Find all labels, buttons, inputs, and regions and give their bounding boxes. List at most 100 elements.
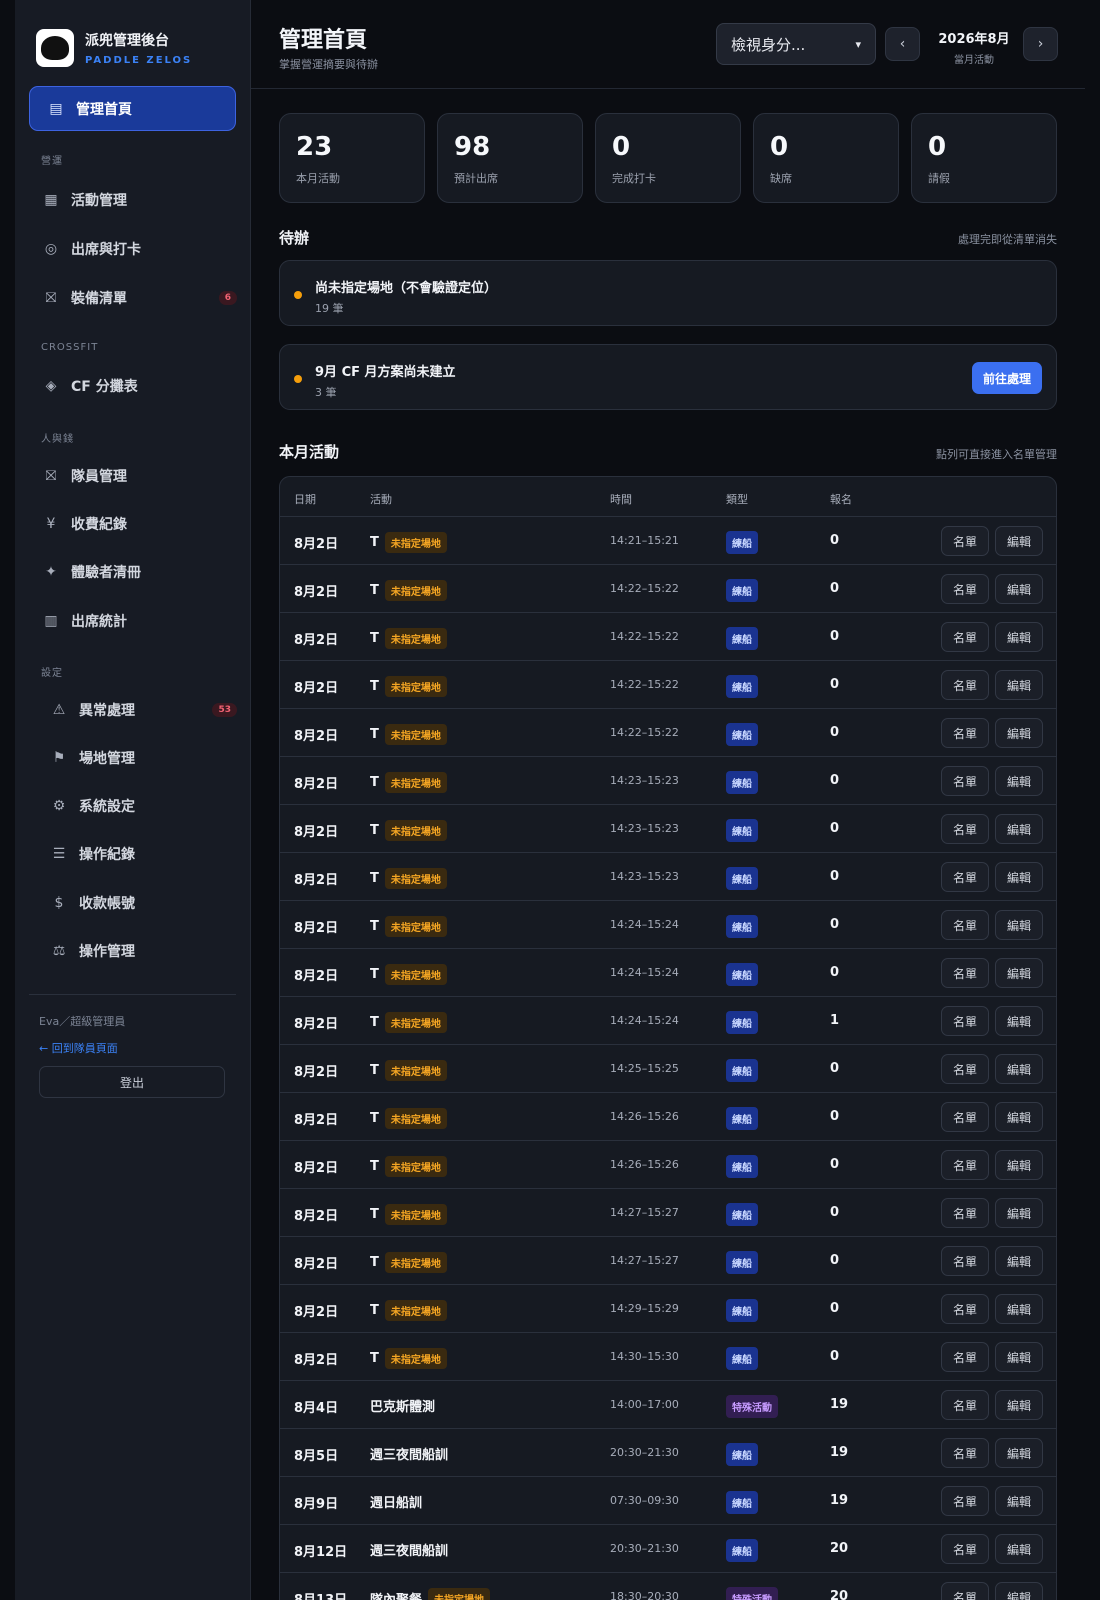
sidebar-item-members[interactable]: ⛝ 隊員管理 xyxy=(41,459,237,493)
edit-button[interactable]: 編輯 xyxy=(995,1438,1043,1468)
roster-button[interactable]: 名單 xyxy=(941,1150,989,1180)
table-row[interactable]: 8月2日 T 未指定場地 14:23–15:23 練船 0 名單 編輯 xyxy=(280,757,1056,805)
table-row[interactable]: 8月13日 隊內聚餐未指定場地 18:30–20:30 特殊活動 20 名單編輯 xyxy=(280,1573,1056,1600)
sidebar-item-system-settings[interactable]: ⚙ 系統設定 xyxy=(49,789,237,823)
roster-button[interactable]: 名單 xyxy=(941,622,989,652)
back-to-member-link[interactable]: ← 回到隊員頁面 xyxy=(39,1040,118,1056)
edit-button[interactable]: 編輯 xyxy=(995,718,1043,748)
sidebar-item-equipment[interactable]: ⛝ 裝備清單 6 xyxy=(41,281,237,315)
sidebar-item-fees[interactable]: ¥ 收費紀錄 xyxy=(41,507,237,541)
sidebar-item-payment-accounts[interactable]: $ 收款帳號 xyxy=(49,886,237,920)
table-row[interactable]: 8月2日 T 未指定場地 14:24–15:24 練船 1 名單 編輯 xyxy=(280,997,1056,1045)
roster-button[interactable]: 名單 xyxy=(941,766,989,796)
brand[interactable]: 派兜管理後台 PADDLE ZELOS xyxy=(15,0,250,72)
roster-button[interactable]: 名單 xyxy=(941,526,989,556)
edit-button[interactable]: 編輯 xyxy=(995,910,1043,940)
table-row[interactable]: 8月12日 週三夜間船訓 20:30–21:30 練船 20 名單 編輯 xyxy=(280,1525,1056,1573)
roster-button[interactable]: 名單 xyxy=(941,1198,989,1228)
table-row[interactable]: 8月2日 T 未指定場地 14:25–15:25 練船 0 名單 編輯 xyxy=(280,1045,1056,1093)
sidebar-item-trial-roster[interactable]: ✦ 體驗者清冊 xyxy=(41,555,237,589)
sidebar-item-dashboard[interactable]: ▤ 管理首頁 xyxy=(29,86,236,131)
roster-button[interactable]: 名單 xyxy=(941,718,989,748)
logout-button[interactable]: 登出 xyxy=(39,1066,225,1098)
sidebar-item-cf-split[interactable]: ◈ CF 分攤表 xyxy=(41,369,237,403)
table-row[interactable]: 8月2日 T 未指定場地 14:27–15:27 練船 0 名單 編輯 xyxy=(280,1237,1056,1285)
roster-button[interactable]: 名單 xyxy=(941,1390,989,1420)
roster-button[interactable]: 名單 xyxy=(941,814,989,844)
table-row[interactable]: 8月2日 T 未指定場地 14:29–15:29 練船 0 名單 編輯 xyxy=(280,1285,1056,1333)
edit-button[interactable]: 編輯 xyxy=(995,1294,1043,1324)
edit-button[interactable]: 編輯 xyxy=(995,622,1043,652)
edit-button[interactable]: 編輯 xyxy=(995,814,1043,844)
edit-button[interactable]: 編輯 xyxy=(995,1390,1043,1420)
roster-button[interactable]: 名單 xyxy=(941,574,989,604)
table-row[interactable]: 8月2日 T 未指定場地 14:22–15:22 練船 0 名單 編輯 xyxy=(280,709,1056,757)
edit-button[interactable]: 編輯 xyxy=(995,1246,1043,1276)
next-month-button[interactable]: › xyxy=(1023,27,1058,61)
todo-item[interactable]: 9月 CF 月方案尚未建立 3 筆 前往處理 xyxy=(279,344,1057,410)
roster-button[interactable]: 名單 xyxy=(941,670,989,700)
sidebar-item-attendance-stats[interactable]: ▥ 出席統計 xyxy=(41,604,237,638)
identity-select[interactable]: 檢視身分... ▾ xyxy=(716,23,876,65)
roster-button[interactable]: 名單 xyxy=(941,1486,989,1516)
box-icon: ⛝ xyxy=(45,290,57,306)
roster-button[interactable]: 名單 xyxy=(941,1294,989,1324)
table-row[interactable]: 8月9日 週日船訓 07:30–09:30 練船 19 名單 編輯 xyxy=(280,1477,1056,1525)
roster-button[interactable]: 名單 xyxy=(941,1342,989,1372)
sidebar-item-exceptions[interactable]: ⚠ 異常處理 53 xyxy=(49,693,237,727)
sidebar-item-activities[interactable]: ▦ 活動管理 xyxy=(41,183,237,217)
table-row[interactable]: 8月2日 T 未指定場地 14:23–15:23 練船 0 名單 編輯 xyxy=(280,853,1056,901)
roster-button[interactable]: 名單 xyxy=(941,1534,989,1564)
todo-item[interactable]: 尚未指定場地（不會驗證定位） 19 筆 xyxy=(279,260,1057,326)
roster-button[interactable]: 名單 xyxy=(941,958,989,988)
activity-name: T xyxy=(370,871,379,886)
edit-button[interactable]: 編輯 xyxy=(995,958,1043,988)
roster-button[interactable]: 名單 xyxy=(941,1438,989,1468)
go-handle-button[interactable]: 前往處理 xyxy=(972,362,1042,394)
roster-button[interactable]: 名單 xyxy=(941,910,989,940)
roster-button[interactable]: 名單 xyxy=(941,1246,989,1276)
edit-button[interactable]: 編輯 xyxy=(995,1054,1043,1084)
roster-button[interactable]: 名單 xyxy=(941,1054,989,1084)
edit-button[interactable]: 編輯 xyxy=(995,574,1043,604)
stat-card-checked-in: 0 完成打卡 xyxy=(595,113,741,203)
roster-button[interactable]: 名單 xyxy=(941,862,989,892)
edit-button[interactable]: 編輯 xyxy=(995,1102,1043,1132)
table-row[interactable]: 8月2日 T 未指定場地 14:26–15:26 練船 0 名單 編輯 xyxy=(280,1141,1056,1189)
table-row[interactable]: 8月2日 T 未指定場地 14:26–15:26 練船 0 名單 編輯 xyxy=(280,1093,1056,1141)
edit-button[interactable]: 編輯 xyxy=(995,1006,1043,1036)
roster-button[interactable]: 名單 xyxy=(941,1102,989,1132)
table-row[interactable]: 8月2日 T 未指定場地 14:22–15:22 練船 0 名單 編輯 xyxy=(280,565,1056,613)
roster-button[interactable]: 名單 xyxy=(941,1582,989,1600)
table-row[interactable]: 8月2日 T 未指定場地 14:30–15:30 練船 0 名單 編輯 xyxy=(280,1333,1056,1381)
row-time: 20:30–21:30 xyxy=(610,1542,679,1555)
table-row[interactable]: 8月2日 T 未指定場地 14:24–15:24 練船 0 名單 編輯 xyxy=(280,949,1056,997)
table-row[interactable]: 8月2日 T 未指定場地 14:22–15:22 練船 0 名單 編輯 xyxy=(280,661,1056,709)
venue-unassigned-badge: 未指定場地 xyxy=(384,628,447,649)
edit-button[interactable]: 編輯 xyxy=(995,862,1043,892)
edit-button[interactable]: 編輯 xyxy=(995,670,1043,700)
table-row[interactable]: 8月2日 T 未指定場地 14:21–15:21 練船 0 名單 編輯 xyxy=(280,517,1056,565)
venue-unassigned-badge: 未指定場地 xyxy=(384,1012,447,1033)
table-row[interactable]: 8月4日 巴克斯體測 14:00–17:00 特殊活動 19 名單 編輯 xyxy=(280,1381,1056,1429)
edit-button[interactable]: 編輯 xyxy=(995,526,1043,556)
row-activity: T 未指定場地 xyxy=(370,820,447,841)
edit-button[interactable]: 編輯 xyxy=(995,1150,1043,1180)
edit-button[interactable]: 編輯 xyxy=(995,1342,1043,1372)
table-row[interactable]: 8月2日 T 未指定場地 14:24–15:24 練船 0 名單 編輯 xyxy=(280,901,1056,949)
sidebar-item-attendance[interactable]: ◎ 出席與打卡 xyxy=(41,232,237,266)
edit-button[interactable]: 編輯 xyxy=(995,766,1043,796)
sidebar-item-operation-log[interactable]: ☰ 操作紀錄 xyxy=(49,837,237,871)
table-row[interactable]: 8月5日 週三夜間船訓 20:30–21:30 練船 19 名單 編輯 xyxy=(280,1429,1056,1477)
table-row[interactable]: 8月2日 T 未指定場地 14:27–15:27 練船 0 名單 編輯 xyxy=(280,1189,1056,1237)
edit-button[interactable]: 編輯 xyxy=(995,1486,1043,1516)
prev-month-button[interactable]: ‹ xyxy=(885,27,920,61)
edit-button[interactable]: 編輯 xyxy=(995,1534,1043,1564)
edit-button[interactable]: 編輯 xyxy=(995,1198,1043,1228)
edit-button[interactable]: 編輯 xyxy=(995,1582,1043,1600)
table-row[interactable]: 8月2日 T 未指定場地 14:22–15:22 練船 0 名單 編輯 xyxy=(280,613,1056,661)
table-row[interactable]: 8月2日 T 未指定場地 14:23–15:23 練船 0 名單 編輯 xyxy=(280,805,1056,853)
sidebar-item-operation-admin[interactable]: ⚖ 操作管理 xyxy=(49,934,237,968)
sidebar-item-venues[interactable]: ⚑ 場地管理 xyxy=(49,741,237,775)
roster-button[interactable]: 名單 xyxy=(941,1006,989,1036)
